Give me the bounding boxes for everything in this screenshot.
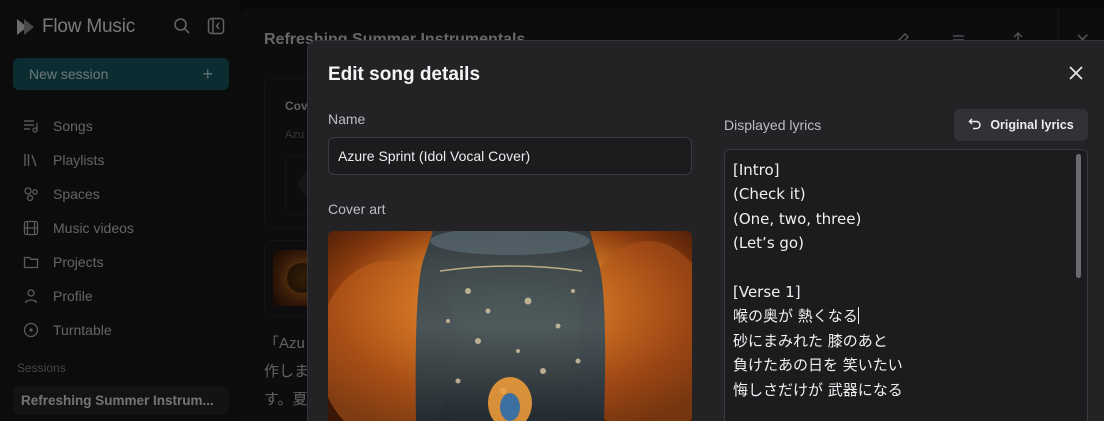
undo-icon: [968, 117, 982, 134]
name-label: Name: [328, 111, 366, 127]
lyrics-textarea[interactable]: [Intro] (Check it) (One, two, three) (Le…: [724, 149, 1088, 421]
original-lyrics-button[interactable]: Original lyrics: [954, 109, 1088, 141]
lyrics-before-caret: [Intro] (Check it) (One, two, three) (Le…: [733, 161, 862, 326]
cover-art-image[interactable]: [328, 231, 692, 421]
displayed-lyrics-label: Displayed lyrics: [724, 117, 822, 133]
lyrics-text: [Intro] (Check it) (One, two, three) (Le…: [733, 158, 903, 402]
text-caret: [857, 307, 859, 325]
cover-art-label: Cover art: [328, 201, 386, 217]
dialog-title: Edit song details: [328, 64, 481, 85]
close-icon[interactable]: [1066, 63, 1086, 83]
original-lyrics-label: Original lyrics: [990, 118, 1074, 132]
lyrics-scrollbar[interactable]: [1076, 154, 1081, 278]
song-name-input[interactable]: [328, 137, 692, 175]
edit-song-dialog: Edit song details Name Cover art: [307, 40, 1104, 421]
lyrics-after-caret: 砂にまみれた 膝のあと 負けたあの日を 笑いたい 悔しさだけが 武器になる: [733, 331, 903, 399]
